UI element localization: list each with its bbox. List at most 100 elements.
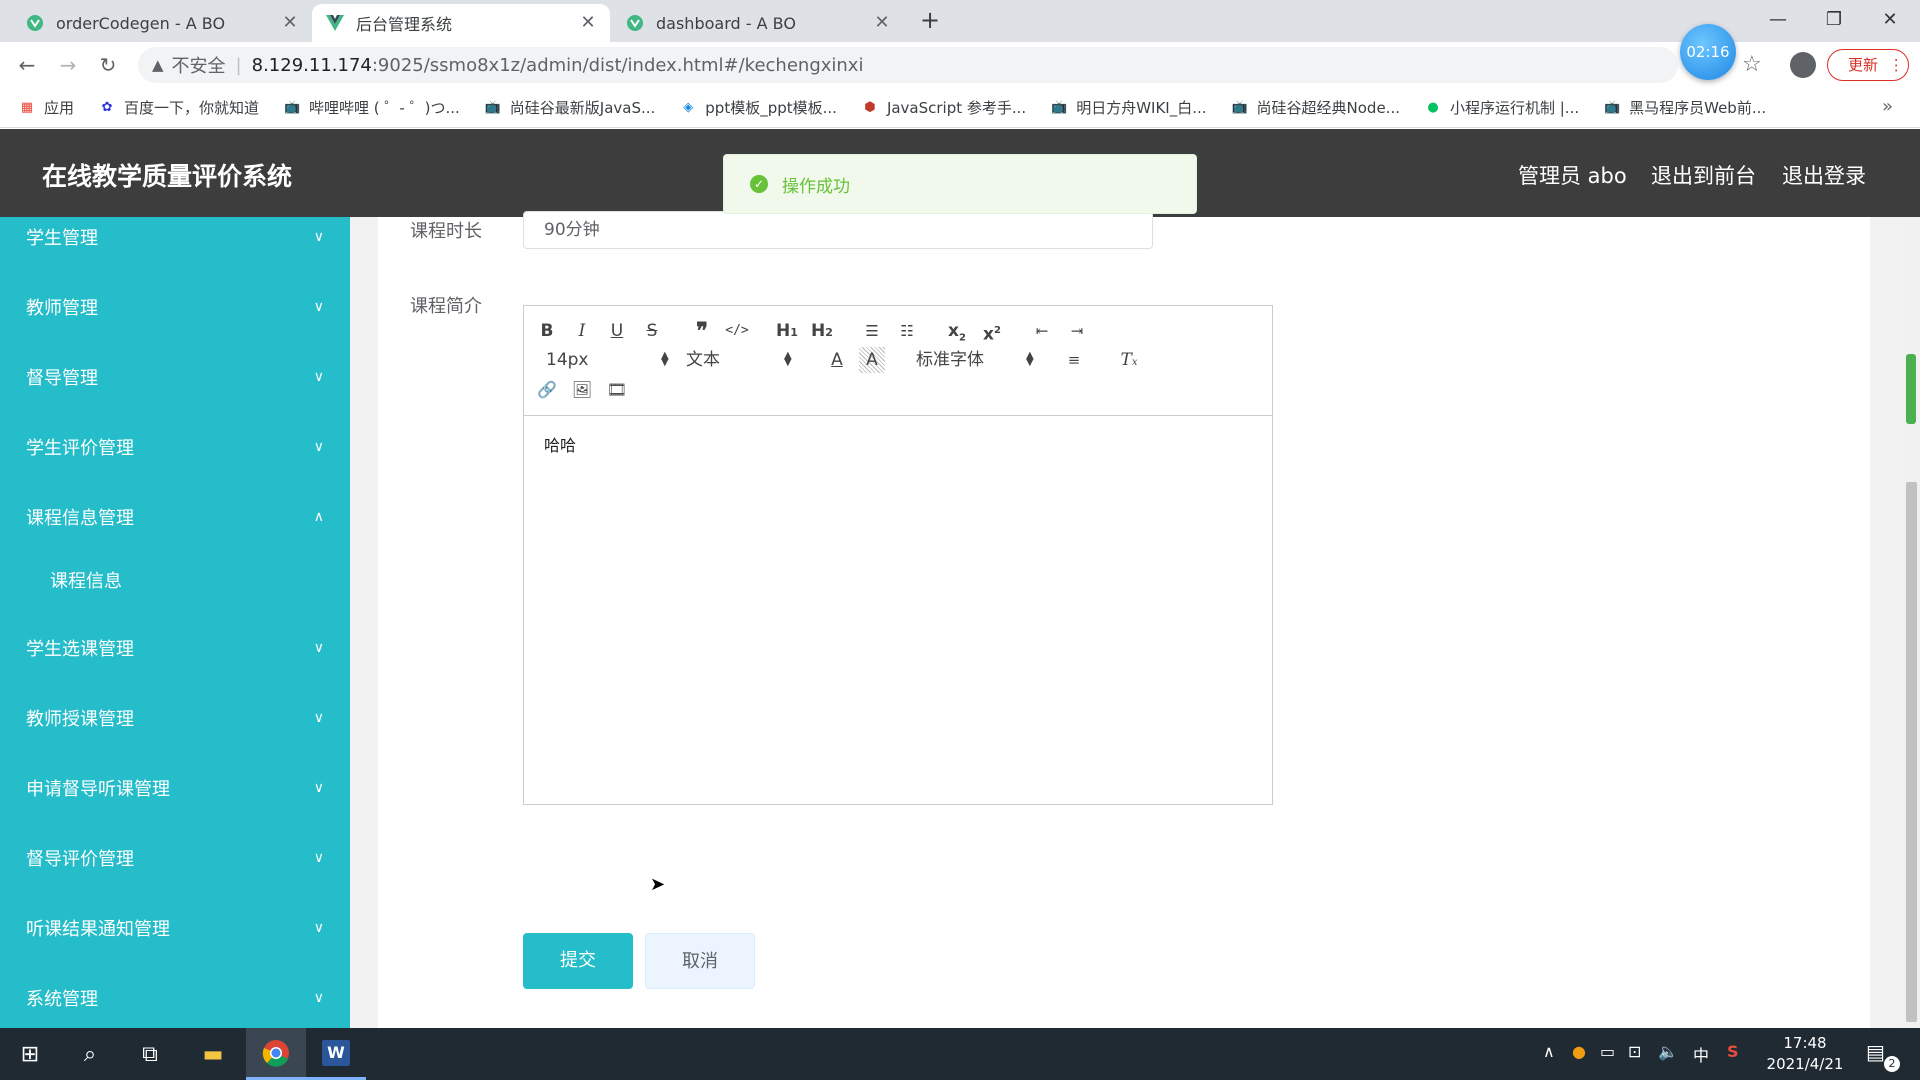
outdent-icon[interactable]: ⇤ [1029,318,1055,344]
blockquote-icon[interactable]: ❞ [689,318,715,344]
close-tab-icon[interactable]: ✕ [280,13,300,33]
battery-icon[interactable]: ▭ [1600,1042,1615,1061]
image-icon[interactable]: 🖼 [569,377,595,403]
bilibili-icon: 📺 [484,100,501,115]
minimize-icon[interactable]: — [1758,6,1798,34]
timer-widget[interactable]: 02:16 [1680,24,1736,80]
exit-to-front-link[interactable]: 退出到前台 [1651,160,1756,190]
ordered-list-icon[interactable]: ☰ [859,318,885,344]
close-window-icon[interactable]: ✕ [1870,6,1910,34]
word-icon[interactable]: W [306,1028,366,1080]
close-tab-icon[interactable]: ✕ [872,13,892,33]
page-scrollbar[interactable] [1903,217,1920,1028]
background-color-icon[interactable]: A [859,347,885,373]
bookmarks-bar: ▦ 应用 ✿ 百度一下，你就知道 📺 哔哩哔哩 ( ゜- ゜)つ... 📺 尚硅谷最新版… [0,88,1920,128]
sidebar-item-course-info[interactable]: 课程信息管理 ∧ [0,489,350,545]
font-family-select[interactable]: 标准字体 ▲ ▼ [916,347,1036,373]
bookmark-js-reference[interactable]: ⬢ JavaScript 参考手... [861,97,1026,118]
app-title: 在线教学质量评价系统 [42,162,293,191]
ime-indicator[interactable]: 中 [1693,1042,1709,1066]
clock-date: 2021/4/21 [1766,1055,1844,1073]
bookmark-star-icon[interactable]: ☆ [1742,52,1762,77]
strikethrough-icon[interactable]: S [639,318,665,344]
restore-icon[interactable]: ❐ [1814,6,1854,34]
sidebar-item-teacher[interactable]: 教师管理 ∨ [0,279,350,335]
bookmark-arknights-wiki[interactable]: 📺 明日方舟WIKI_白... [1050,97,1206,118]
sidebar-item-student-evaluation[interactable]: 学生评价管理 ∨ [0,419,350,475]
sidebar-item-audit-request[interactable]: 申请督导听课管理 ∨ [0,760,350,816]
back-icon[interactable]: ← [13,51,41,79]
bookmark-heima[interactable]: 📺 黑马程序员Web前... [1603,97,1766,118]
show-hidden-icons[interactable]: ∧ [1543,1042,1555,1061]
volume-icon[interactable]: 🔈 [1658,1042,1678,1061]
text-color-icon[interactable]: A [824,347,850,373]
bookmark-ppt[interactable]: ◈ ppt模板_ppt模板... [679,97,837,118]
sidebar-item-audit-result[interactable]: 听课结果通知管理 ∨ [0,900,350,956]
clear-format-icon[interactable]: Tx [1116,347,1142,373]
scrollbar-thumb[interactable] [1906,482,1917,1022]
baidu-paw-icon: ✿ [101,100,113,115]
sidebar-item-supervisor[interactable]: 督导管理 ∨ [0,349,350,405]
file-explorer-icon[interactable]: ▬ [183,1028,243,1080]
subscript-icon[interactable]: x2 [944,318,970,344]
forward-icon[interactable]: → [54,51,82,79]
logout-link[interactable]: 退出登录 [1782,160,1866,190]
task-view-icon[interactable]: ⧉ [120,1028,180,1080]
cancel-button[interactable]: 取消 [645,933,755,989]
bookmark-apps[interactable]: ▦ 应用 [18,97,74,118]
align-icon[interactable]: ≡ [1061,347,1087,373]
chrome-icon[interactable] [246,1028,306,1080]
code-block-icon[interactable]: </> [724,318,750,344]
sidebar-item-system[interactable]: 系统管理 ∨ [0,970,350,1026]
bookmark-javascript-course[interactable]: 📺 尚硅谷最新版JavaS... [484,97,656,118]
bookmark-node-course[interactable]: 📺 尚硅谷超经典Node... [1231,97,1400,118]
sidebar-item-course-selection[interactable]: 学生选课管理 ∨ [0,620,350,676]
chevron-down-icon: ∨ [313,369,324,385]
bookmark-bilibili[interactable]: 📺 哔哩哔哩 ( ゜- ゜)つ... [283,97,460,118]
close-tab-icon[interactable]: ✕ [578,13,598,33]
update-button[interactable]: 更新 ⋮ [1827,49,1909,81]
sidebar-item-student[interactable]: 学生管理 ∨ [0,217,350,265]
notification-icon[interactable]: ▤ [1866,1040,1885,1064]
text-style-select[interactable]: 文本 ▲ ▼ [686,347,796,373]
system-clock[interactable]: 17:48 2021/4/21 [1760,1033,1850,1075]
heading1-icon[interactable]: H1 [774,318,800,344]
chevron-down-icon: ∨ [313,990,324,1006]
profile-icon[interactable] [1790,52,1816,78]
new-tab-icon[interactable]: + [920,6,940,34]
qq-icon[interactable]: ● [1572,1042,1586,1061]
bullet-list-icon[interactable]: ☷ [894,318,920,344]
superscript-icon[interactable]: x2 [979,318,1005,345]
sogou-input-icon[interactable]: S [1727,1042,1739,1061]
bilibili-icon: 📺 [1604,100,1621,115]
wechat-icon: ● [1427,100,1439,115]
select-arrows-icon: ▲ ▼ [661,350,669,368]
main-content: 课程时长 90分钟 课程简介 B I U S ❞ </> H1 H2 ☰ ☷ x… [350,211,1903,1028]
heading2-icon[interactable]: H2 [809,318,835,344]
search-icon[interactable]: ⌕ [60,1028,120,1080]
sidebar-subitem-course-info[interactable]: 课程信息 [0,552,350,608]
italic-icon[interactable]: I [569,318,595,344]
underline-icon[interactable]: U [604,318,630,344]
address-bar[interactable]: ▲ 不安全 | 8.129.11.174 :9025/ssmo8x1z/admi… [138,47,1678,83]
indent-icon[interactable]: ⇥ [1064,318,1090,344]
duration-input[interactable]: 90分钟 [523,211,1153,249]
link-icon[interactable]: 🔗 [534,377,560,403]
editor-content[interactable]: 哈哈 [544,432,576,456]
windows-start-icon[interactable]: ⊞ [0,1028,60,1080]
network-icon[interactable]: ⊡ [1628,1042,1641,1061]
browser-tab-dashboard[interactable]: dashboard - A BO ✕ [612,4,904,42]
browser-tab-admin[interactable]: 后台管理系统 ✕ [312,4,610,42]
bookmark-miniprogram[interactable]: ● 小程序运行机制 |... [1424,97,1579,118]
browser-tab-ordercodegen[interactable]: orderCodegen - A BO ✕ [12,4,312,42]
video-icon[interactable]: 🎞 [604,377,630,403]
font-size-select[interactable]: 14px ▲ ▼ [546,347,669,373]
sidebar-item-supervisor-evaluation[interactable]: 督导评价管理 ∨ [0,830,350,886]
vue-logo-icon [326,14,344,32]
sidebar-item-teaching[interactable]: 教师授课管理 ∨ [0,690,350,746]
reload-icon[interactable]: ↻ [94,51,122,79]
submit-button[interactable]: 提交 [523,933,633,989]
bookmark-baidu[interactable]: ✿ 百度一下，你就知道 [98,97,259,118]
more-bookmarks-icon[interactable]: » [1882,96,1893,117]
bold-icon[interactable]: B [534,318,560,344]
